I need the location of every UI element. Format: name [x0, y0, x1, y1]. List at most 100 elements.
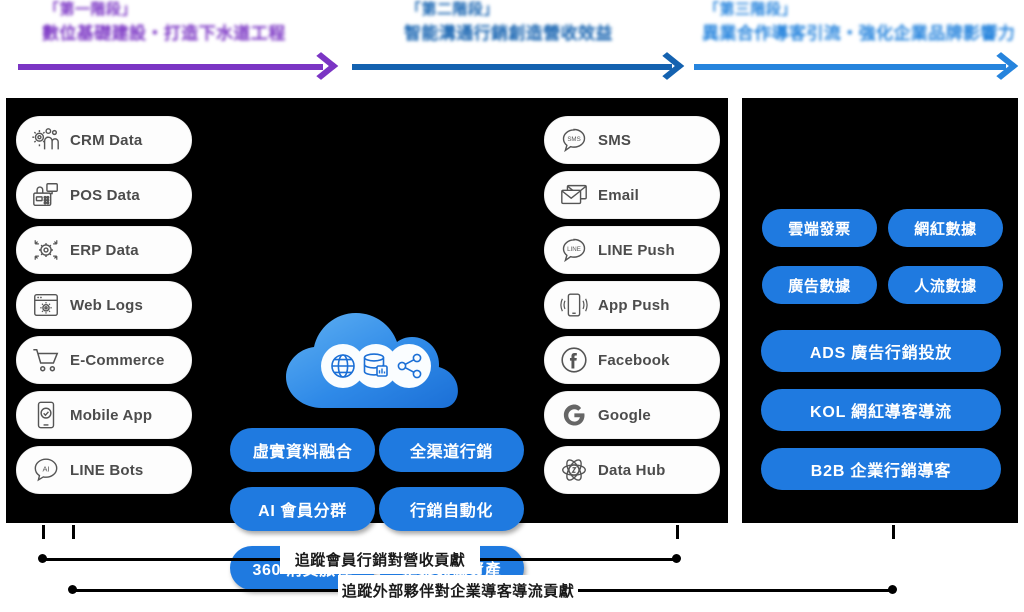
- main-platform-panel: CRM Data POS Data ERP Data Web Logs E-Co…: [6, 98, 728, 590]
- connector-endpoint-4: [888, 585, 897, 594]
- data-cloud-platform: [274, 296, 479, 414]
- channel-label: Facebook: [598, 351, 670, 369]
- data-source-crm[interactable]: CRM Data: [16, 116, 192, 164]
- mobile-check-icon: [31, 400, 61, 430]
- stage-2-tag: 「第二階段」: [406, 1, 500, 18]
- connector-tick-left-2: [72, 525, 75, 539]
- channel-label: LINE Push: [598, 241, 675, 259]
- external-data-label: 網紅數據: [914, 220, 977, 238]
- data-source-label: ERP Data: [70, 241, 139, 259]
- connector-endpoint-2: [672, 554, 681, 563]
- channel-label: Google: [598, 406, 651, 424]
- infographic-root: 「第一階段」 數位基礎建設・打造下水道工程 「第二階段」 智能溝通行銷創造營收效…: [0, 0, 1024, 612]
- external-data-3[interactable]: 廣告數據: [762, 266, 877, 304]
- facebook-icon: [559, 345, 589, 375]
- capability-button-2[interactable]: 全渠道行銷: [379, 428, 524, 472]
- note-text: 追蹤會員行銷對營收貢獻: [294, 551, 466, 569]
- stage-1-rule: [18, 64, 323, 70]
- channel-data-hub[interactable]: Data Hub: [544, 446, 720, 494]
- app-push-phone-icon: [559, 290, 589, 320]
- arrow-right-icon: [303, 52, 339, 80]
- external-service-kol[interactable]: KOL 網紅導客導流: [761, 389, 1001, 431]
- envelope-icon: [559, 180, 589, 210]
- capability-button-3[interactable]: AI 會員分群: [230, 487, 375, 531]
- data-source-label: Web Logs: [70, 296, 143, 314]
- svg-text:SMS: SMS: [567, 136, 580, 143]
- channel-label: App Push: [598, 296, 670, 314]
- capability-button-4[interactable]: 行銷自動化: [379, 487, 524, 531]
- connector-line-3: [72, 589, 340, 592]
- note-text: 追蹤外部夥伴對企業導客導流貢獻: [341, 582, 575, 600]
- channel-google[interactable]: Google: [544, 391, 720, 439]
- connector-tick-left: [42, 525, 45, 539]
- data-source-label: LINE Bots: [70, 461, 144, 479]
- connector-tick-right: [892, 525, 895, 539]
- external-service-label: KOL 網紅導客導流: [810, 404, 952, 421]
- data-source-mobile-app[interactable]: Mobile App: [16, 391, 192, 439]
- line-bubble-icon: LINE: [559, 235, 589, 265]
- stage-header-2: 「第二階段」 智能溝通行銷創造營收效益: [352, 0, 685, 92]
- stage-header-1: 「第一階段」 數位基礎建設・打造下水道工程: [18, 0, 339, 92]
- data-source-label: CRM Data: [70, 131, 143, 149]
- connector-endpoint-3: [68, 585, 77, 594]
- external-service-label: B2B 企業行銷導客: [810, 463, 952, 480]
- stage-3-tag: 「第三階段」: [704, 1, 798, 18]
- erp-gear-arrows-icon: [31, 235, 61, 265]
- svg-text:AI: AI: [42, 465, 49, 474]
- stage-header-3: 「第三階段」 異業合作導客引流・強化企業品牌影響力: [694, 0, 1019, 92]
- capability-label: 行銷自動化: [409, 503, 493, 520]
- data-source-label: Mobile App: [70, 406, 153, 424]
- browser-window-gear-icon: [31, 290, 61, 320]
- capability-label: 全渠道行銷: [409, 444, 493, 461]
- note-member-revenue: 追蹤會員行銷對營收貢獻: [280, 544, 480, 574]
- external-service-label: ADS 廣告行銷投放: [809, 345, 953, 362]
- external-service-ads[interactable]: ADS 廣告行銷投放: [761, 330, 1001, 372]
- external-data-label: 廣告數據: [788, 277, 851, 295]
- data-hub-atom-icon: [559, 455, 589, 485]
- data-source-label: E-Commerce: [70, 351, 165, 369]
- stage-1-tag: 「第一階段」: [44, 1, 138, 18]
- stage-3-title: 異業合作導客引流・強化企業品牌影響力: [702, 24, 1016, 43]
- crm-users-gear-icon: [31, 125, 61, 155]
- connector-line-2: [478, 558, 678, 561]
- external-data-2[interactable]: 網紅數據: [888, 209, 1003, 247]
- shopping-cart-icon: [31, 345, 61, 375]
- data-source-ecommerce[interactable]: E-Commerce: [16, 336, 192, 384]
- stage-3-rule: [694, 64, 1006, 70]
- note-partner-referral: 追蹤外部夥伴對企業導客導流貢獻: [338, 575, 578, 605]
- arrow-right-icon: [983, 52, 1019, 80]
- capability-label: 虛實資料融合: [252, 444, 353, 461]
- channel-label: Email: [598, 186, 640, 204]
- ai-chat-bubble-icon: AI: [31, 455, 61, 485]
- stage-2-rule: [352, 64, 672, 70]
- connector-tick-mid: [676, 525, 679, 539]
- data-source-web-logs[interactable]: Web Logs: [16, 281, 192, 329]
- external-data-label: 人流數據: [914, 277, 977, 295]
- channel-facebook[interactable]: Facebook: [544, 336, 720, 384]
- svg-text:LINE: LINE: [567, 246, 581, 253]
- stage-1-title: 數位基礎建設・打造下水道工程: [42, 24, 286, 43]
- google-g-icon: [559, 400, 589, 430]
- channel-label: Data Hub: [598, 461, 666, 479]
- external-data-label: 雲端發票: [788, 220, 851, 238]
- data-source-pos[interactable]: POS Data: [16, 171, 192, 219]
- channel-label: SMS: [598, 131, 632, 149]
- channel-email[interactable]: Email: [544, 171, 720, 219]
- external-service-b2b[interactable]: B2B 企業行銷導客: [761, 448, 1001, 490]
- connector-endpoint-1: [38, 554, 47, 563]
- sms-bubble-icon: SMS: [559, 125, 589, 155]
- connector-line-1: [42, 558, 282, 561]
- capability-button-1[interactable]: 虛實資料融合: [230, 428, 375, 472]
- data-source-line-bots[interactable]: AI LINE Bots: [16, 446, 192, 494]
- channel-line-push[interactable]: LINE LINE Push: [544, 226, 720, 274]
- external-partner-panel: 雲端發票 網紅數據 廣告數據 人流數據 ADS 廣告行銷投放 KOL 網紅導客導…: [742, 98, 1018, 523]
- connector-line-4: [576, 589, 894, 592]
- data-source-label: POS Data: [70, 186, 140, 204]
- channel-sms[interactable]: SMS SMS: [544, 116, 720, 164]
- stage-2-title: 智能溝通行銷創造營收效益: [404, 24, 613, 43]
- data-source-erp[interactable]: ERP Data: [16, 226, 192, 274]
- channel-app-push[interactable]: App Push: [544, 281, 720, 329]
- capability-label: AI 會員分群: [258, 503, 347, 520]
- external-data-4[interactable]: 人流數據: [888, 266, 1003, 304]
- external-data-1[interactable]: 雲端發票: [762, 209, 877, 247]
